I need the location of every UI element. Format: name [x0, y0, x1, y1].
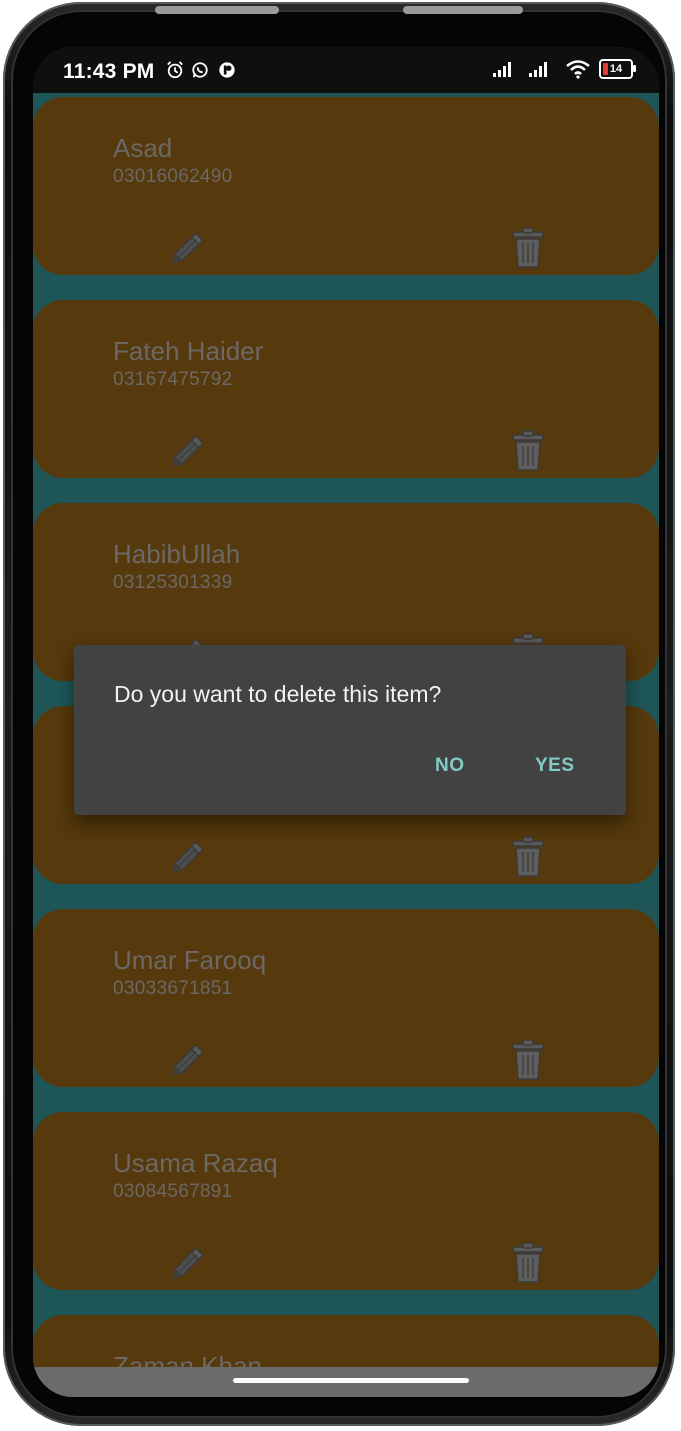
yes-button[interactable]: YES — [535, 755, 575, 777]
speaker-slit — [155, 6, 279, 14]
navigation-bar — [33, 1367, 659, 1397]
home-gesture-bar[interactable] — [233, 1378, 469, 1383]
no-button[interactable]: NO — [435, 755, 465, 777]
battery-level: 14 — [609, 63, 623, 75]
delete-confirm-dialog: Do you want to delete this item? NO YES — [74, 645, 626, 815]
speaker-slit — [403, 6, 523, 14]
app-screen: 11:43 PM 14 Asad 03016062490 Fateh Haide… — [33, 47, 659, 1397]
dialog-message: Do you want to delete this item? — [114, 681, 442, 707]
